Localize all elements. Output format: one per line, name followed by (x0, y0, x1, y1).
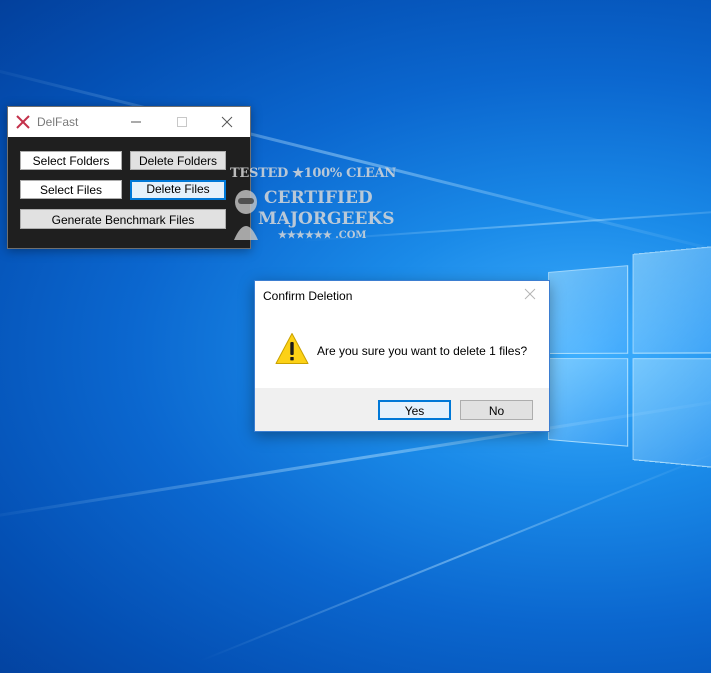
minimize-icon (131, 121, 141, 123)
close-icon[interactable] (523, 287, 537, 301)
warning-icon (275, 333, 309, 364)
dialog-button-bar: Yes No (255, 388, 549, 431)
delete-folders-button[interactable]: Delete Folders (130, 151, 226, 170)
logo-pane (548, 358, 629, 447)
delfast-window: DelFast Select Folders Delete Folders Se… (7, 106, 251, 249)
generate-benchmark-files-button[interactable]: Generate Benchmark Files (20, 209, 226, 229)
select-folders-button[interactable]: Select Folders (20, 151, 122, 170)
windows-logo-wallpaper (548, 243, 711, 471)
logo-pane (632, 358, 711, 471)
watermark-com-text: ★★★★★★ .COM (278, 230, 367, 241)
dialog-title: Confirm Deletion (263, 289, 353, 303)
no-button[interactable]: No (460, 400, 533, 420)
watermark-certified-text: CERTIFIED (264, 188, 373, 208)
x-mark-icon (16, 115, 30, 129)
maximize-button[interactable] (159, 107, 205, 137)
yes-button[interactable]: Yes (378, 400, 451, 420)
minimize-button[interactable] (113, 107, 159, 137)
close-icon (221, 116, 233, 128)
light-beam (199, 450, 711, 662)
dialog-message: Are you sure you want to delete 1 files? (317, 344, 528, 358)
maximize-icon (177, 117, 187, 127)
logo-pane (548, 265, 629, 354)
watermark-majorgeeks-text: MAJORGEEKS (258, 209, 395, 229)
delete-files-button[interactable]: Delete Files (130, 180, 226, 200)
majorgeeks-watermark: TESTED ★100% CLEAN CERTIFIED MAJORGEEKS … (228, 166, 396, 246)
select-files-button[interactable]: Select Files (20, 180, 122, 199)
confirm-deletion-dialog: Confirm Deletion Are you sure you want t… (254, 280, 550, 432)
window-title: DelFast (37, 115, 79, 129)
delfast-titlebar[interactable]: DelFast (8, 107, 250, 137)
watermark-tested-text: TESTED ★100% CLEAN (230, 166, 396, 181)
logo-pane (632, 243, 711, 354)
close-button[interactable] (204, 107, 250, 137)
